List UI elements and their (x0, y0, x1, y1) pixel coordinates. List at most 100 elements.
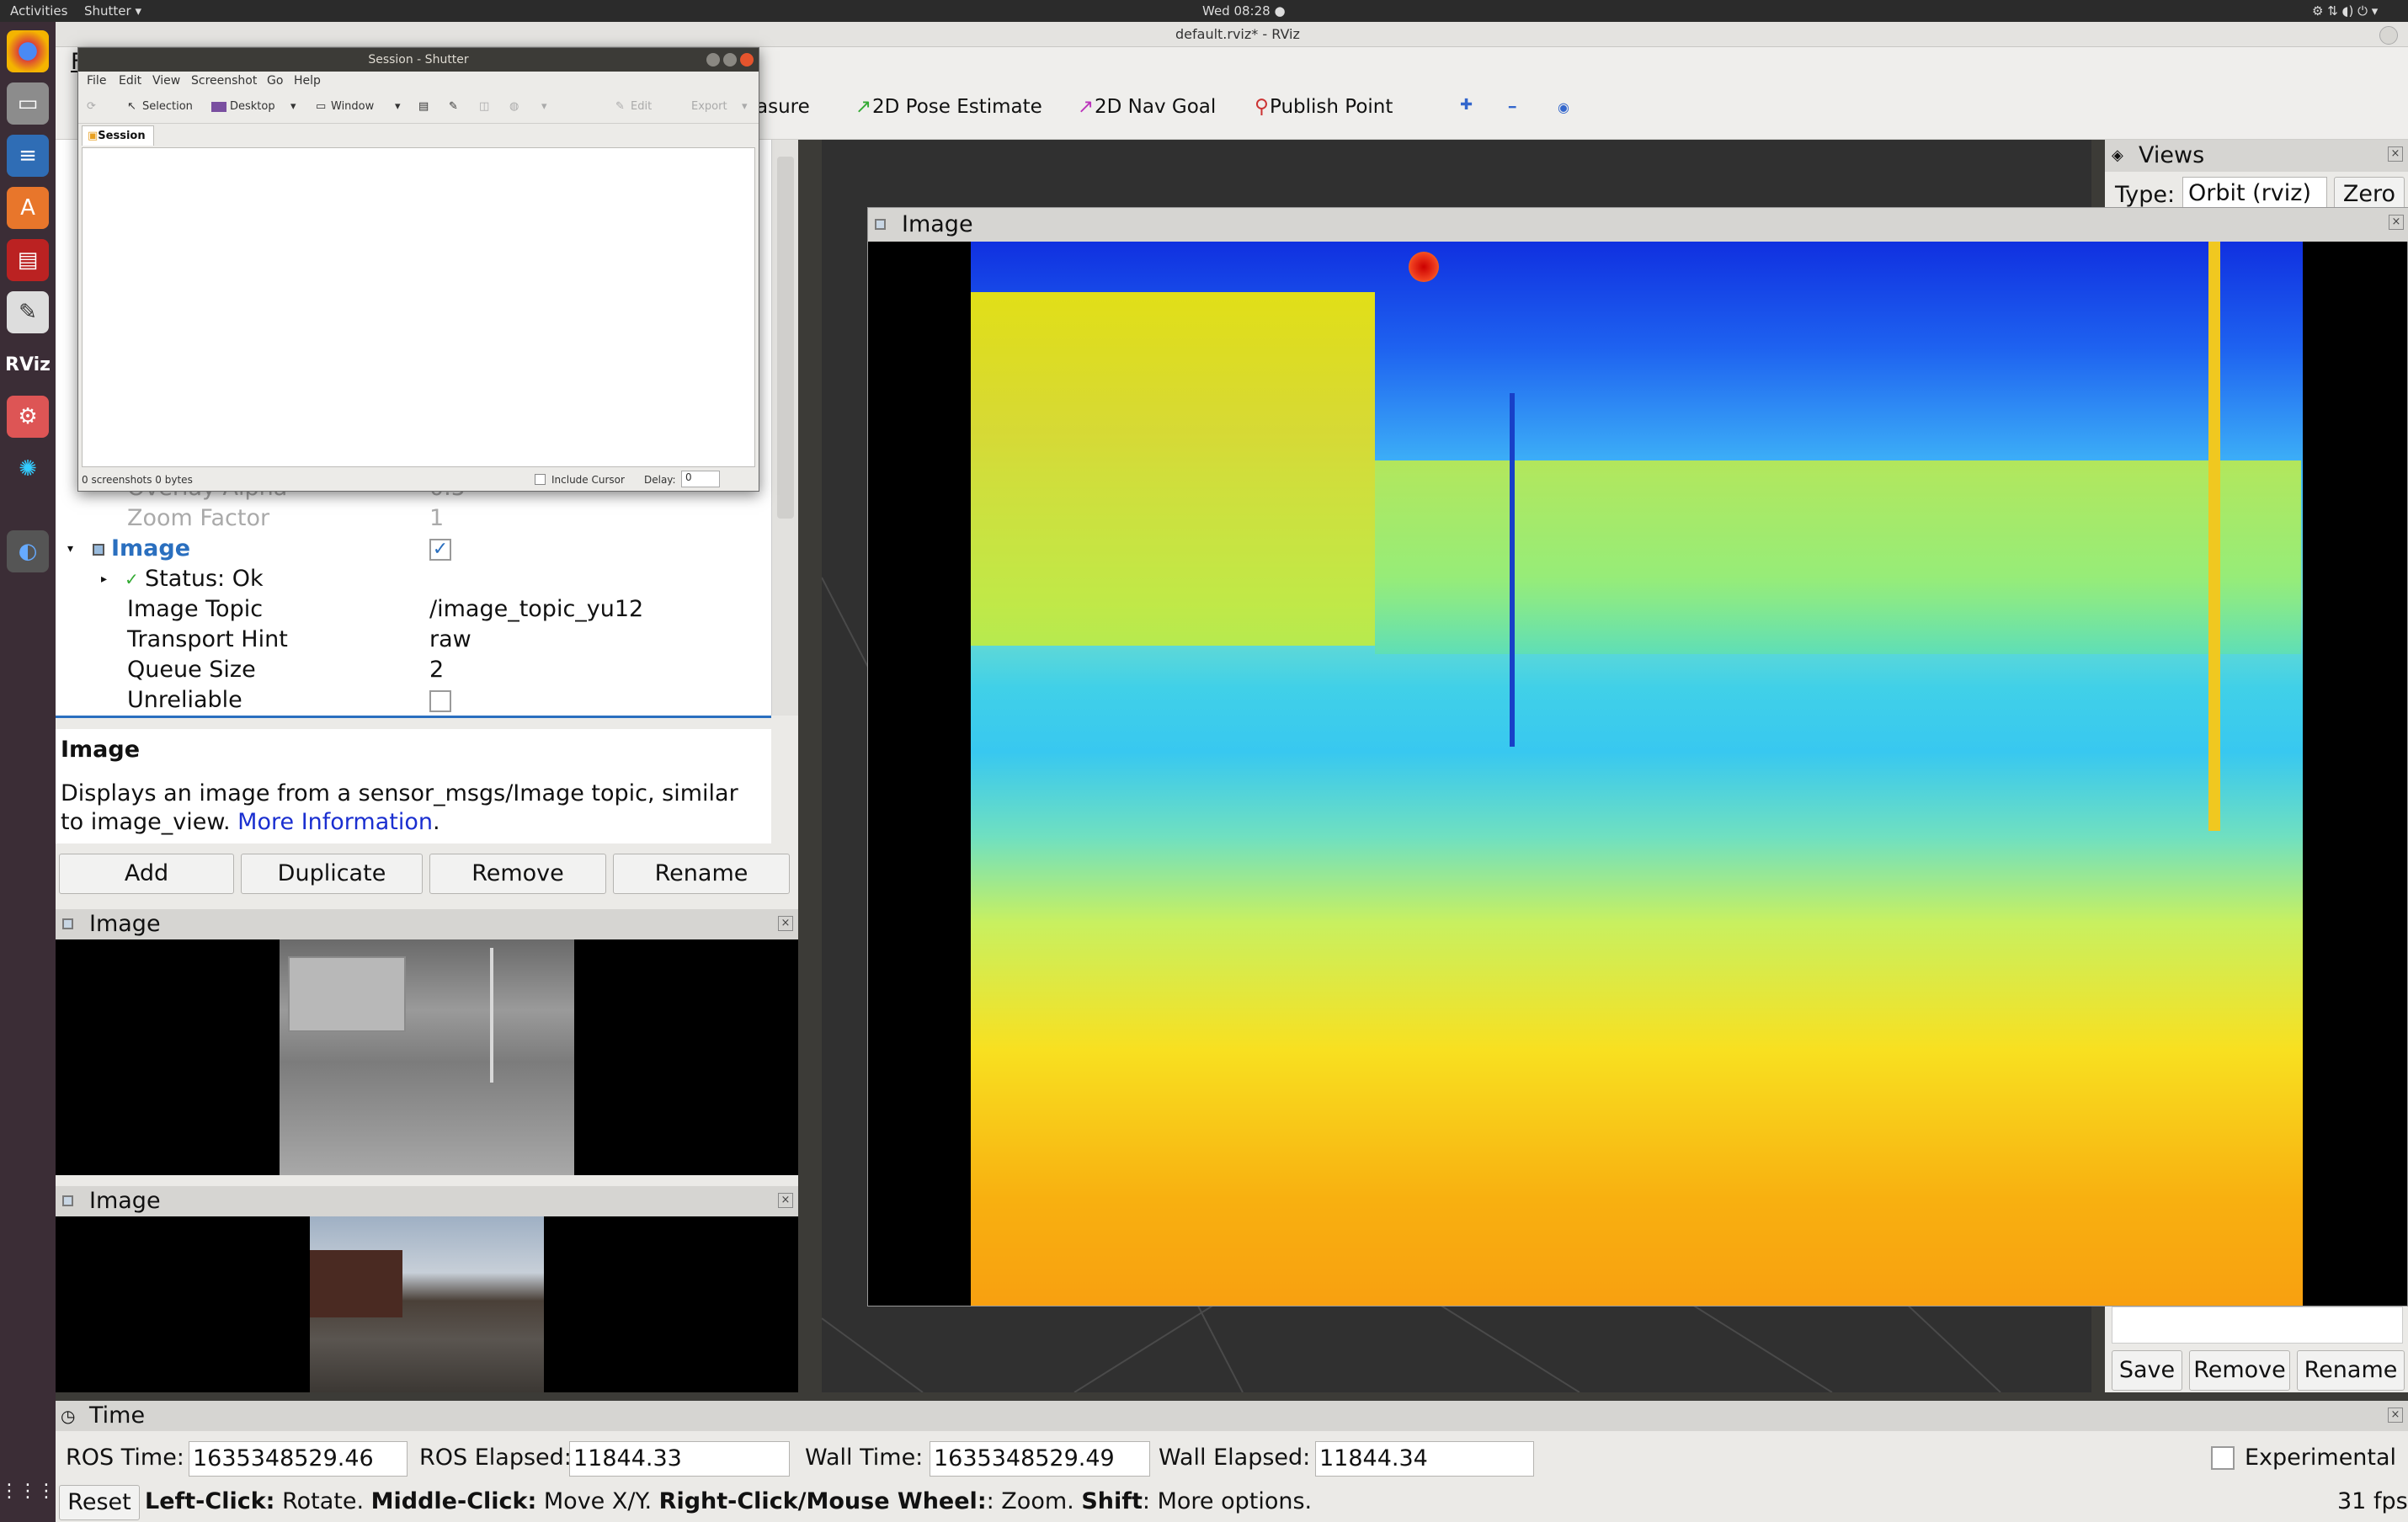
include-cursor-label: Include Cursor (551, 474, 625, 486)
image-panel-2-header[interactable]: Image × (56, 1186, 798, 1216)
tooltip-capture-icon[interactable]: ✎ (449, 100, 458, 113)
settings-icon[interactable]: ⚙ (7, 396, 49, 438)
views-rename-button[interactable]: Rename (2297, 1350, 2405, 1391)
add-tool-icon[interactable]: ✚ (1460, 96, 1473, 114)
building-shape (310, 1250, 402, 1317)
software-center-icon[interactable]: A (7, 187, 49, 229)
transport-hint-value[interactable]: raw (429, 625, 471, 655)
session-area[interactable] (82, 147, 755, 467)
pose-estimate-tool[interactable]: 2D Pose Estimate (872, 96, 1042, 118)
image-panel-1-header[interactable]: Image × (56, 909, 798, 939)
hint-middle-click-text: Move X/Y. (543, 1488, 653, 1514)
image-topic-value[interactable]: /image_topic_yu12 (429, 594, 643, 625)
ros-elapsed-field[interactable]: 11844.33 (569, 1441, 790, 1477)
include-cursor-checkbox[interactable] (535, 474, 546, 485)
globe-icon[interactable]: ◍ (509, 100, 519, 113)
network-icon[interactable]: ✺ (7, 448, 49, 490)
wall-elapsed-field[interactable]: 11844.34 (1315, 1441, 1534, 1477)
shutter-menu-view[interactable]: View (152, 74, 180, 88)
mouse-hint-text: Left-Click: Rotate. Middle-Click: Move X… (145, 1488, 1312, 1514)
dropdown-arrow-icon[interactable]: ▾ (742, 100, 748, 113)
dropdown-arrow-icon[interactable]: ▾ (290, 100, 296, 113)
maximize-icon[interactable] (723, 53, 737, 67)
wall-time-label: Wall Time: (805, 1445, 924, 1471)
shutter-window[interactable]: Session - Shutter File Edit View Screens… (77, 47, 759, 492)
tree-scrollbar[interactable] (771, 140, 798, 716)
selection-tool[interactable]: Selection (142, 100, 193, 113)
expand-arrow-icon[interactable]: ▸ (101, 564, 107, 594)
reset-button[interactable]: Reset (59, 1485, 140, 1520)
minimize-icon[interactable] (706, 53, 720, 67)
system-monitor-icon[interactable]: ▤ (7, 239, 49, 281)
shutter-icon[interactable]: ◐ (7, 530, 49, 572)
dropdown-arrow-icon[interactable]: ▾ (541, 100, 547, 113)
floating-image-header[interactable]: Image × (868, 208, 2408, 242)
shutter-title-bar[interactable]: Session - Shutter (78, 48, 759, 72)
window-tool[interactable]: Window (331, 100, 374, 113)
shutter-menu-file[interactable]: File (87, 74, 106, 88)
add-button[interactable]: Add (59, 854, 234, 894)
menu-capture-icon[interactable]: ▤ (418, 100, 429, 113)
close-icon[interactable]: × (2388, 146, 2403, 162)
collapse-arrow-icon[interactable]: ▾ (67, 534, 73, 564)
nav-goal-tool[interactable]: 2D Nav Goal (1095, 96, 1216, 118)
time-panel: ◷ Time × ROS Time: 1635348529.46 ROS Ela… (56, 1401, 2408, 1522)
close-icon[interactable]: × (2389, 215, 2404, 230)
close-icon[interactable] (2379, 26, 2398, 45)
grayscale-image (280, 939, 574, 1175)
rename-button[interactable]: Rename (613, 854, 790, 894)
close-icon[interactable] (740, 53, 754, 67)
pose-arrow-icon: ↗ (855, 96, 872, 118)
close-icon[interactable]: × (2388, 1408, 2403, 1423)
text-editor-icon[interactable]: ✎ (7, 291, 49, 333)
web-capture-icon[interactable]: ◫ (479, 100, 489, 113)
desktop-tool[interactable]: Desktop (230, 100, 275, 113)
close-icon[interactable]: × (778, 916, 793, 931)
delay-spinner[interactable]: 0 (681, 471, 720, 487)
system-tray-icons[interactable]: ⚙ ⇅ ◖) ⏻ ▾ (2312, 3, 2378, 19)
session-tab[interactable]: ▣Session (82, 125, 154, 146)
wall-time-field[interactable]: 1635348529.49 (930, 1441, 1150, 1477)
shutter-menu-go[interactable]: Go (267, 74, 283, 88)
save-button[interactable]: Save (2112, 1350, 2182, 1391)
refresh-icon[interactable]: ⟳ (87, 100, 96, 113)
remove-tool-icon[interactable]: ━ (1509, 101, 1516, 114)
chrome-icon[interactable] (7, 30, 49, 72)
views-remove-button[interactable]: Remove (2189, 1350, 2290, 1391)
queue-size-value[interactable]: 2 (429, 655, 444, 685)
edit-tool[interactable]: Edit (631, 100, 652, 113)
activities-button[interactable]: Activities (10, 3, 67, 19)
more-information-link[interactable]: More Information (237, 809, 433, 835)
image-enabled-checkbox[interactable]: ✓ (429, 539, 451, 561)
image-display-label: Image (111, 535, 191, 561)
files-icon[interactable]: ▭ (7, 82, 49, 125)
shutter-menu-edit[interactable]: Edit (119, 74, 141, 88)
publish-point-tool[interactable]: Publish Point (1270, 96, 1393, 118)
writer-icon[interactable]: ≡ (7, 135, 49, 177)
edit-icon: ✎ (615, 100, 625, 113)
remove-button[interactable]: Remove (429, 854, 606, 894)
app-menu[interactable]: Shutter ▾ (84, 3, 141, 19)
duplicate-button[interactable]: Duplicate (241, 854, 423, 894)
ros-time-field[interactable]: 1635348529.46 (189, 1441, 408, 1477)
floating-image-panel[interactable]: Image × (867, 207, 2408, 1306)
experimental-checkbox[interactable] (2211, 1446, 2235, 1470)
views-list[interactable] (2112, 1306, 2403, 1344)
apps-grid-icon[interactable]: ⋮⋮⋮ (0, 1470, 56, 1512)
measure-tool[interactable]: asure (756, 96, 810, 118)
scrollbar-thumb[interactable] (777, 157, 794, 519)
view-type-select[interactable]: Orbit (rviz) ▾ (2182, 177, 2327, 238)
unreliable-checkbox[interactable] (429, 690, 451, 712)
ros-time-label: ROS Time: (66, 1445, 184, 1471)
shutter-menu-screenshot[interactable]: Screenshot (191, 74, 257, 88)
dropdown-arrow-icon[interactable]: ▾ (395, 100, 401, 113)
export-tool[interactable]: Export (691, 100, 727, 113)
shutter-menu-help[interactable]: Help (294, 74, 321, 88)
clock[interactable]: Wed 08:28 ● (1202, 3, 1286, 19)
rviz-icon[interactable]: RViz (5, 343, 51, 386)
views-header[interactable]: ◈ Views × (2105, 140, 2408, 172)
tool-properties-icon[interactable]: ◉ (1558, 99, 1569, 115)
time-header[interactable]: ◷ Time × (56, 1401, 2408, 1431)
close-icon[interactable]: × (778, 1193, 793, 1208)
floating-image-title: Image (902, 211, 973, 237)
